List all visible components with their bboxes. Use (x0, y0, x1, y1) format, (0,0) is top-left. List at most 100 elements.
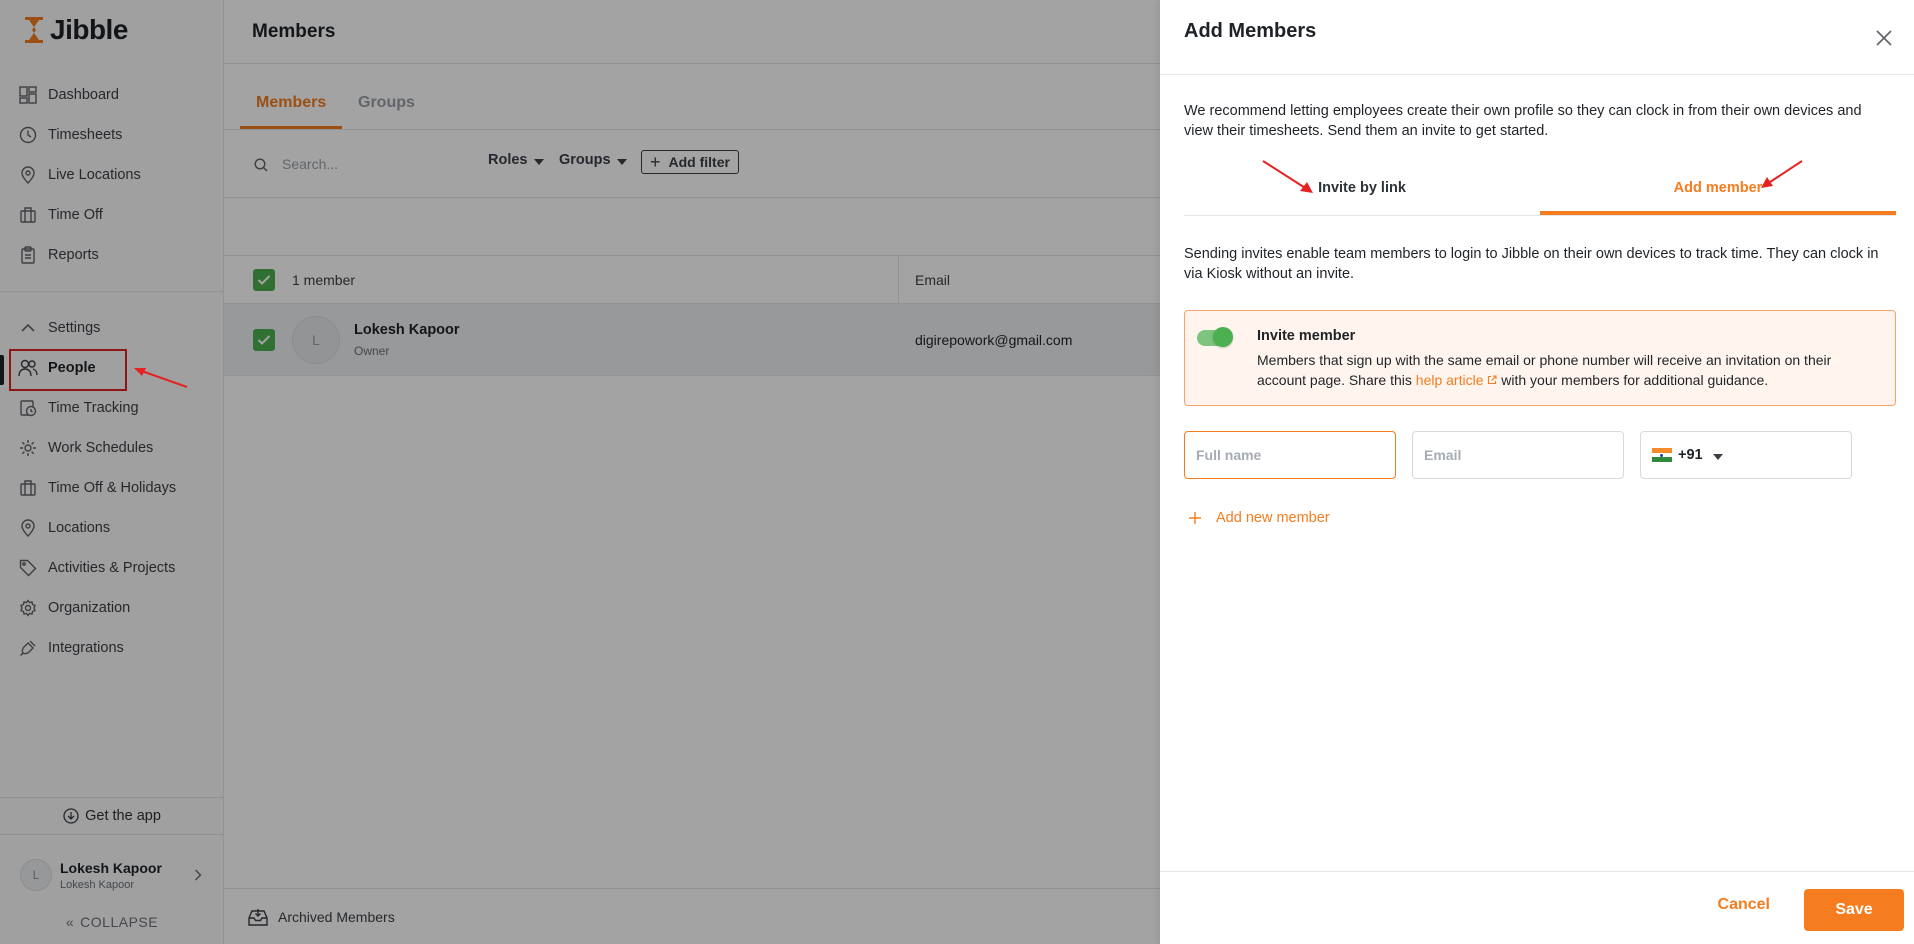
sidebar-item-integrations[interactable]: Integrations (0, 628, 224, 668)
collapse-button[interactable]: « COLLAPSE (0, 907, 224, 937)
member-role: Owner (354, 343, 390, 358)
member-email: digirepowork@gmail.com (915, 331, 1073, 348)
intro-text: We recommend letting employees create th… (1184, 103, 1862, 139)
close-icon[interactable] (1874, 28, 1894, 48)
active-indicator (0, 355, 4, 385)
plus-icon (1189, 512, 1201, 524)
add-new-member-label: Add new member (1216, 510, 1330, 526)
column-divider (898, 256, 899, 304)
jibble-logo[interactable]: Jibble (22, 14, 128, 46)
country-code[interactable]: +91 (1678, 447, 1703, 463)
groups-label: Groups (559, 152, 611, 168)
plus-icon: + (650, 151, 661, 172)
invite-tabs: Invite by link Add member (1184, 166, 1896, 216)
external-link-icon (1488, 375, 1497, 385)
luggage-icon (18, 478, 38, 498)
invite-member-toggle[interactable] (1197, 327, 1233, 347)
dashboard-icon (18, 85, 38, 105)
hourglass-logo-icon (25, 17, 43, 43)
sidebar-item-time-tracking[interactable]: Time Tracking (0, 388, 224, 428)
sidebar-item-activities-projects[interactable]: Activities & Projects (0, 548, 224, 588)
sidebar-divider (0, 291, 224, 292)
invite-member-box: Invite member Members that sign up with … (1184, 310, 1896, 406)
sidebar-item-live-locations[interactable]: Live Locations (0, 155, 224, 195)
search-icon (254, 158, 268, 172)
add-new-member-button[interactable]: Add new member (1188, 510, 1330, 526)
roles-label: Roles (488, 152, 528, 168)
email-input[interactable] (1424, 447, 1623, 463)
tab-members[interactable]: Members (256, 94, 326, 112)
sidebar: Jibble Dashboard Timesheets Live Locatio… (0, 0, 224, 944)
get-app-label: Get the app (85, 808, 161, 824)
annotation-highlight-box (9, 349, 127, 391)
help-article-link[interactable]: help article (1416, 372, 1501, 388)
sidebar-item-reports[interactable]: Reports (0, 235, 224, 275)
select-all-checkbox[interactable] (253, 268, 275, 291)
clipboard-icon (18, 245, 38, 265)
add-filter-label: Add filter (668, 154, 730, 170)
download-icon (63, 808, 79, 824)
groups-dropdown[interactable]: Groups (559, 152, 627, 168)
add-members-panel: Add Members We recommend letting employe… (1160, 0, 1914, 944)
double-chevron-left-icon: « (65, 914, 75, 930)
user-profile[interactable]: L Lokesh Kapoor Lokesh Kapoor (0, 850, 224, 900)
help-article-label: help article (1415, 372, 1484, 388)
luggage-icon (18, 205, 38, 225)
email-field[interactable] (1412, 431, 1624, 479)
sidebar-item-label: Integrations (48, 640, 124, 656)
sidebar-item-settings[interactable]: Settings (0, 308, 224, 348)
sidebar-item-timesheets[interactable]: Timesheets (0, 115, 224, 155)
app-name: Jibble (50, 14, 128, 45)
sidebar-item-label: Settings (48, 320, 101, 336)
caret-down-icon (616, 158, 627, 165)
email-column-header[interactable]: Email (915, 272, 950, 288)
invite-desc-after: with your members for additional guidanc… (1501, 372, 1769, 388)
sidebar-item-locations[interactable]: Locations (0, 508, 224, 548)
chevron-up-icon (18, 318, 38, 338)
sidebar-item-time-off-holidays[interactable]: Time Off & Holidays (0, 468, 224, 508)
add-filter-button[interactable]: + Add filter (641, 150, 739, 174)
tab-groups[interactable]: Groups (358, 94, 415, 112)
get-the-app-button[interactable]: Get the app (0, 797, 224, 835)
full-name-field[interactable] (1184, 431, 1396, 479)
sidebar-item-dashboard[interactable]: Dashboard (0, 75, 224, 115)
time-tracking-icon (18, 398, 38, 418)
tag-icon (18, 558, 38, 578)
sidebar-item-label: Time Tracking (48, 400, 139, 416)
tab-underline (240, 126, 342, 129)
sidebar-item-label: Organization (48, 600, 131, 616)
user-subtitle: Lokesh Kapoor (60, 878, 134, 891)
member-count: 1 member (292, 271, 356, 288)
sidebar-item-work-schedules[interactable]: Work Schedules (0, 428, 224, 468)
checkmark-icon (257, 274, 271, 285)
archive-tray-icon (248, 908, 268, 926)
invite-member-title: Invite member (1257, 328, 1356, 344)
tab-invite-by-link[interactable]: Invite by link (1184, 180, 1540, 196)
chevron-right-icon (194, 869, 202, 881)
location-pin-icon (18, 165, 38, 185)
sidebar-item-organization[interactable]: Organization (0, 588, 224, 628)
avatar: L (292, 315, 340, 364)
page-title: Members (252, 20, 336, 42)
checkmark-icon (257, 334, 271, 345)
cancel-button[interactable]: Cancel (1718, 896, 1770, 914)
sidebar-item-label: Live Locations (48, 167, 141, 183)
search-input[interactable] (282, 152, 442, 176)
save-button[interactable]: Save (1804, 889, 1904, 931)
sidebar-item-label: Timesheets (48, 127, 123, 143)
full-name-input[interactable] (1196, 447, 1395, 463)
sidebar-item-label: Time Off (48, 207, 103, 223)
caret-down-icon (533, 158, 544, 165)
phone-field[interactable]: +91 (1640, 431, 1852, 479)
user-name: Lokesh Kapoor (60, 859, 162, 876)
sidebar-item-time-off[interactable]: Time Off (0, 195, 224, 235)
caret-down-icon[interactable] (1712, 453, 1723, 460)
roles-dropdown[interactable]: Roles (488, 152, 544, 168)
tab-add-member[interactable]: Add member (1540, 180, 1896, 196)
row-checkbox[interactable] (253, 328, 275, 351)
gear-schedule-icon (18, 438, 38, 458)
member-name[interactable]: Lokesh Kapoor (354, 322, 460, 338)
sidebar-item-label: Work Schedules (48, 440, 154, 456)
sidebar-item-label: Activities & Projects (48, 560, 176, 576)
sidebar-item-label: Reports (48, 247, 99, 263)
